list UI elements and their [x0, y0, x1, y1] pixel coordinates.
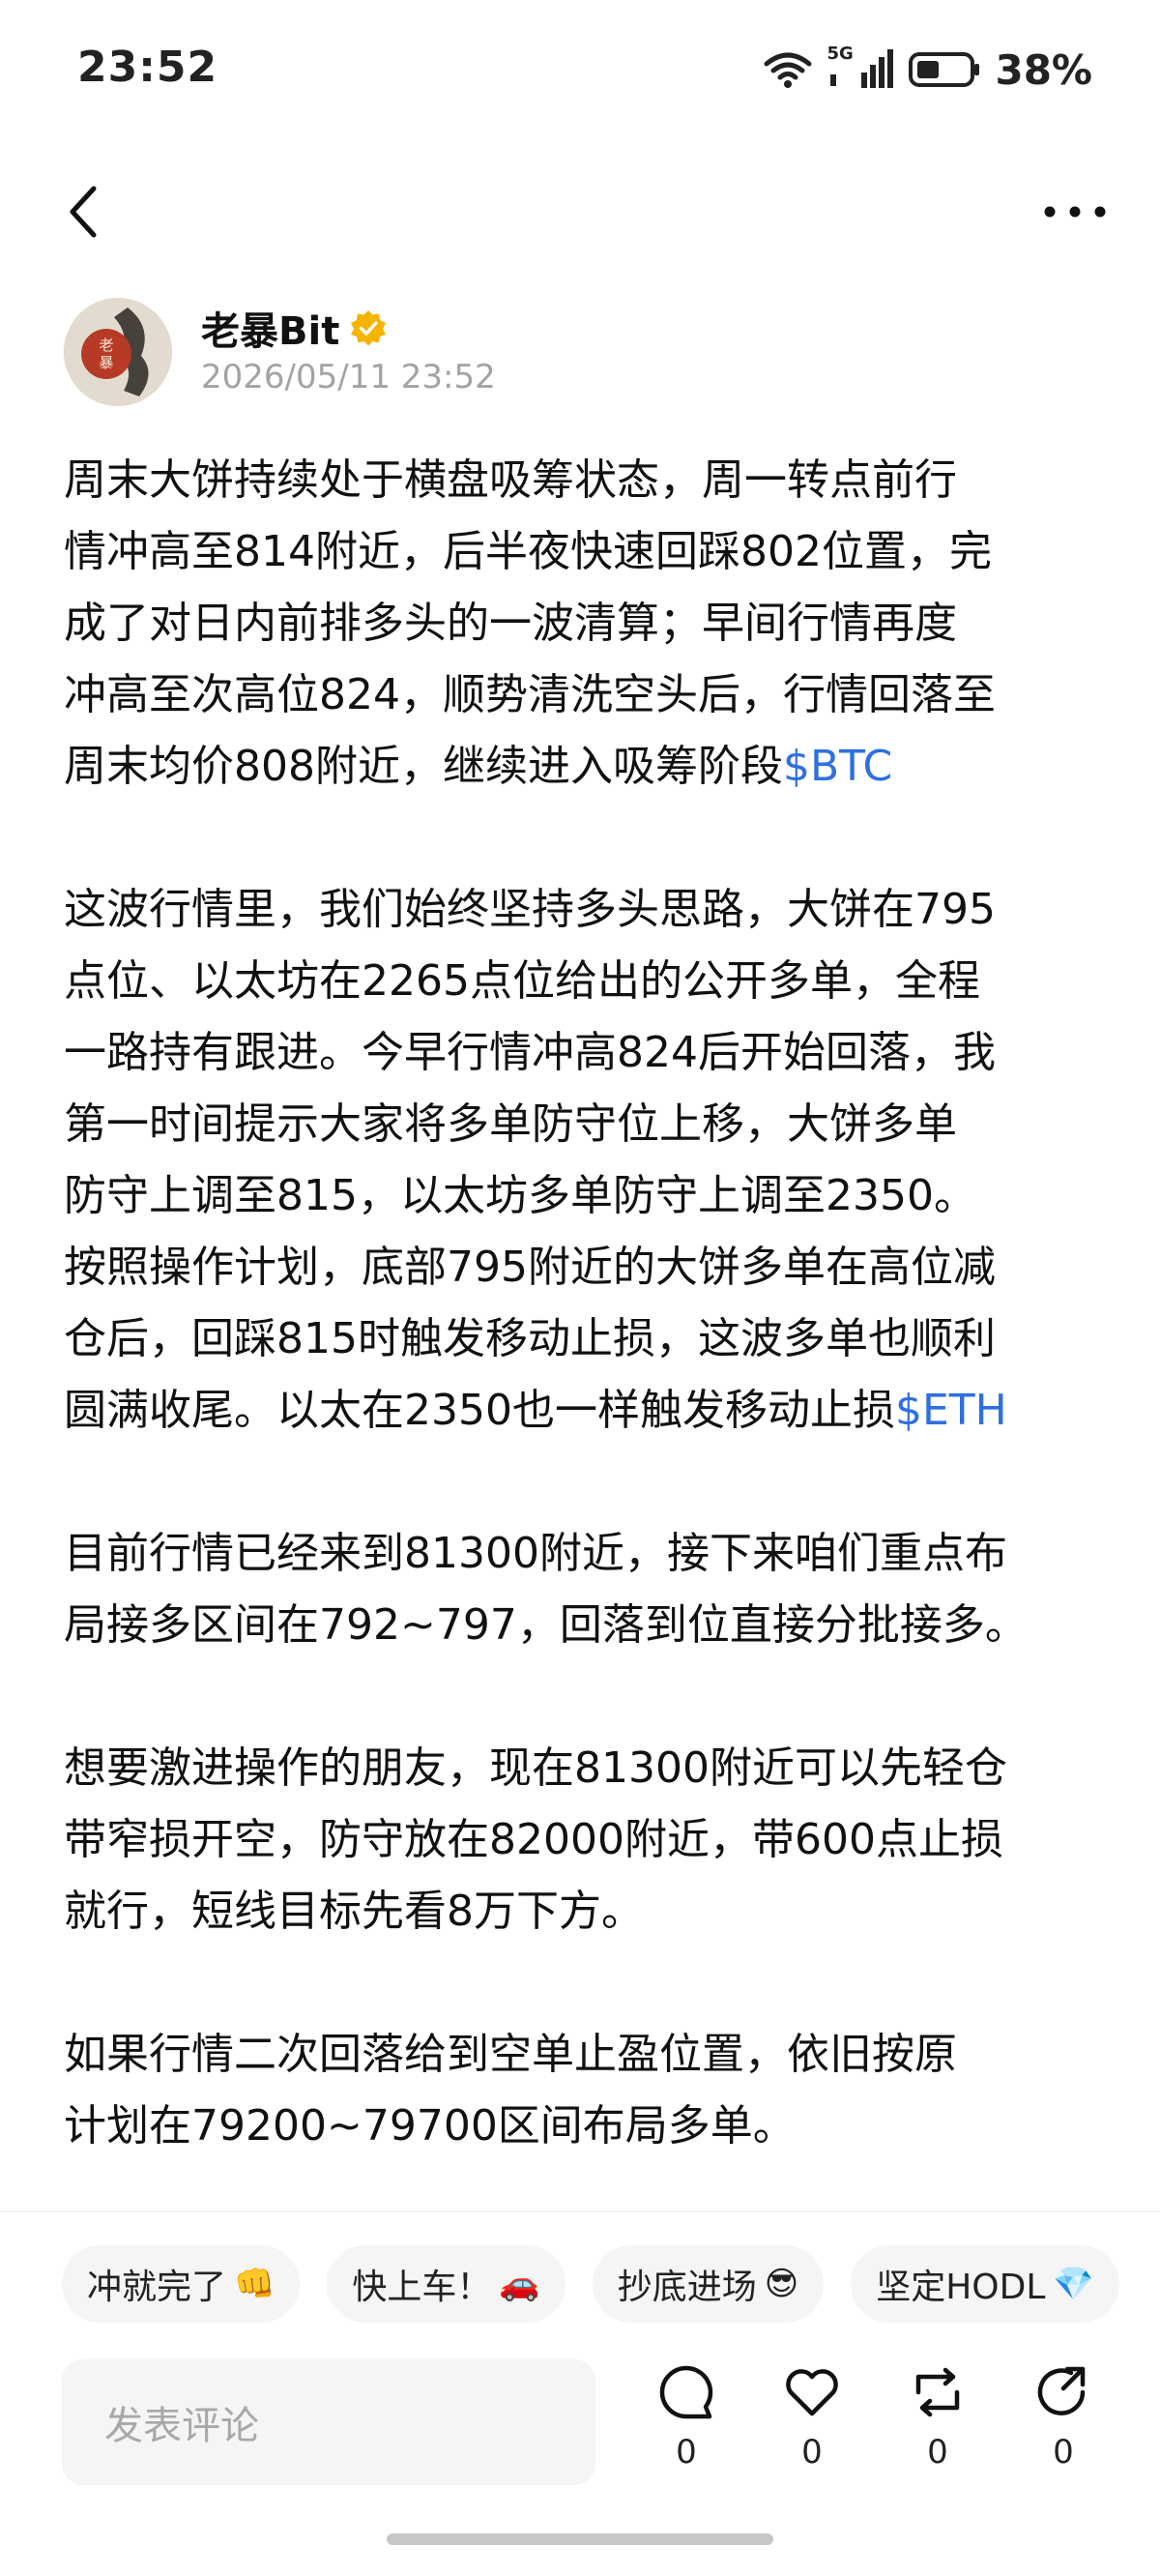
post-text-1: 周末大饼持续处于横盘吸筹状态，周一转点前行 情冲高至814附近，后半夜快速回踩8… — [64, 455, 996, 791]
share-icon — [1037, 2366, 1086, 2415]
quick-reply-chip[interactable]: 抄底进场 😎 — [592, 2245, 825, 2323]
repost-count: 0 — [927, 2433, 948, 2472]
post-paragraph-3: 目前行情已经来到81300附近，接下来咱们重点布 局接多区间在792~797，回… — [64, 1529, 1028, 1650]
post-paragraph-5: 如果行情二次回落给到空单止盈位置，依旧按原 计划在79200~79700区间布局… — [64, 2030, 957, 2151]
repost-button[interactable]: 0 — [889, 2363, 986, 2489]
heart-icon — [786, 2369, 838, 2416]
status-time: 23:52 — [77, 43, 218, 92]
svg-text:老: 老 — [99, 337, 113, 354]
battery-percentage: 38% — [995, 45, 1092, 94]
post-text-2: 这波行情里，我们始终坚持多头思路，大饼在795 点位、以太坊在2265点位给出的… — [64, 885, 996, 1435]
ticker-link-btc[interactable]: $BTC — [783, 742, 892, 791]
back-button[interactable] — [54, 178, 112, 246]
car-emoji-icon: 🚗 — [499, 2265, 540, 2303]
comment-icon — [659, 2365, 713, 2419]
author-name[interactable]: 老暴Bit — [201, 300, 339, 356]
like-count: 0 — [801, 2433, 823, 2472]
chip-label: 冲就完了 — [87, 2268, 227, 2307]
chevron-left-icon — [70, 186, 97, 238]
wifi-icon — [764, 52, 812, 88]
quick-reply-chip[interactable]: 快上车！ 🚗 — [327, 2245, 566, 2323]
chip-label: 抄底进场 — [617, 2268, 757, 2307]
share-count: 0 — [1053, 2433, 1074, 2472]
avatar[interactable]: 老 暴 — [64, 298, 172, 406]
author-name-row: 老暴Bit — [201, 300, 388, 356]
post-paragraph-2: 这波行情里，我们始终坚持多头思路，大饼在795 点位、以太坊在2265点位给出的… — [64, 874, 1108, 1447]
more-button[interactable] — [1036, 178, 1114, 246]
comment-button[interactable]: 0 — [638, 2363, 735, 2489]
fist-emoji-icon: 👊 — [234, 2265, 276, 2303]
home-indicator[interactable] — [387, 2533, 773, 2545]
quick-replies: 冲就完了 👊 快上车！ 🚗 抄底进场 😎 坚定HODL 💎 — [62, 2245, 1160, 2323]
post-paragraph-4: 想要激进操作的朋友，现在81300附近可以先轻仓 带窄损开空，防守放在82000… — [64, 1743, 1007, 1936]
battery-icon — [909, 52, 980, 87]
nav-bar — [0, 164, 1160, 261]
cellular-signal-icon: 5G — [826, 44, 894, 92]
share-button[interactable]: 0 — [1015, 2363, 1112, 2489]
ticker-link-eth[interactable]: $ETH — [895, 1386, 1007, 1435]
author-header: 老 暴 老暴Bit 2026/05/11 23:52 — [64, 298, 1108, 406]
divider — [0, 2210, 1160, 2212]
like-button[interactable]: 0 — [764, 2363, 860, 2489]
quick-reply-chip[interactable]: 坚定HODL 💎 — [851, 2245, 1119, 2323]
status-icons: 5G 38% — [763, 44, 1092, 95]
chip-label: 快上车！ — [352, 2268, 492, 2307]
post-timestamp: 2026/05/11 23:52 — [201, 358, 496, 396]
quick-reply-chip[interactable]: 冲就完了 👊 — [62, 2245, 301, 2323]
more-dots-icon — [1044, 206, 1106, 218]
verified-badge-icon — [351, 310, 387, 346]
svg-text:暴: 暴 — [99, 354, 113, 371]
post-body: 周末大饼持续处于横盘吸筹状态，周一转点前行 情冲高至814附近，后半夜快速回踩8… — [64, 445, 1108, 2162]
comment-input[interactable]: 发表评论 — [62, 2359, 595, 2485]
post-paragraph-1: 周末大饼持续处于横盘吸筹状态，周一转点前行 情冲高至814附近，后半夜快速回踩8… — [64, 445, 1108, 803]
comment-placeholder: 发表评论 — [104, 2404, 259, 2448]
sunglasses-emoji-icon: 😎 — [764, 2265, 799, 2303]
action-bar: 0 0 0 0 — [638, 2363, 1141, 2489]
gem-emoji-icon: 💎 — [1053, 2265, 1094, 2303]
chip-label: 坚定HODL — [876, 2268, 1046, 2307]
status-bar: 23:52 5G 38% — [0, 0, 1160, 145]
repost-icon — [915, 2367, 960, 2417]
comment-count: 0 — [676, 2433, 697, 2472]
